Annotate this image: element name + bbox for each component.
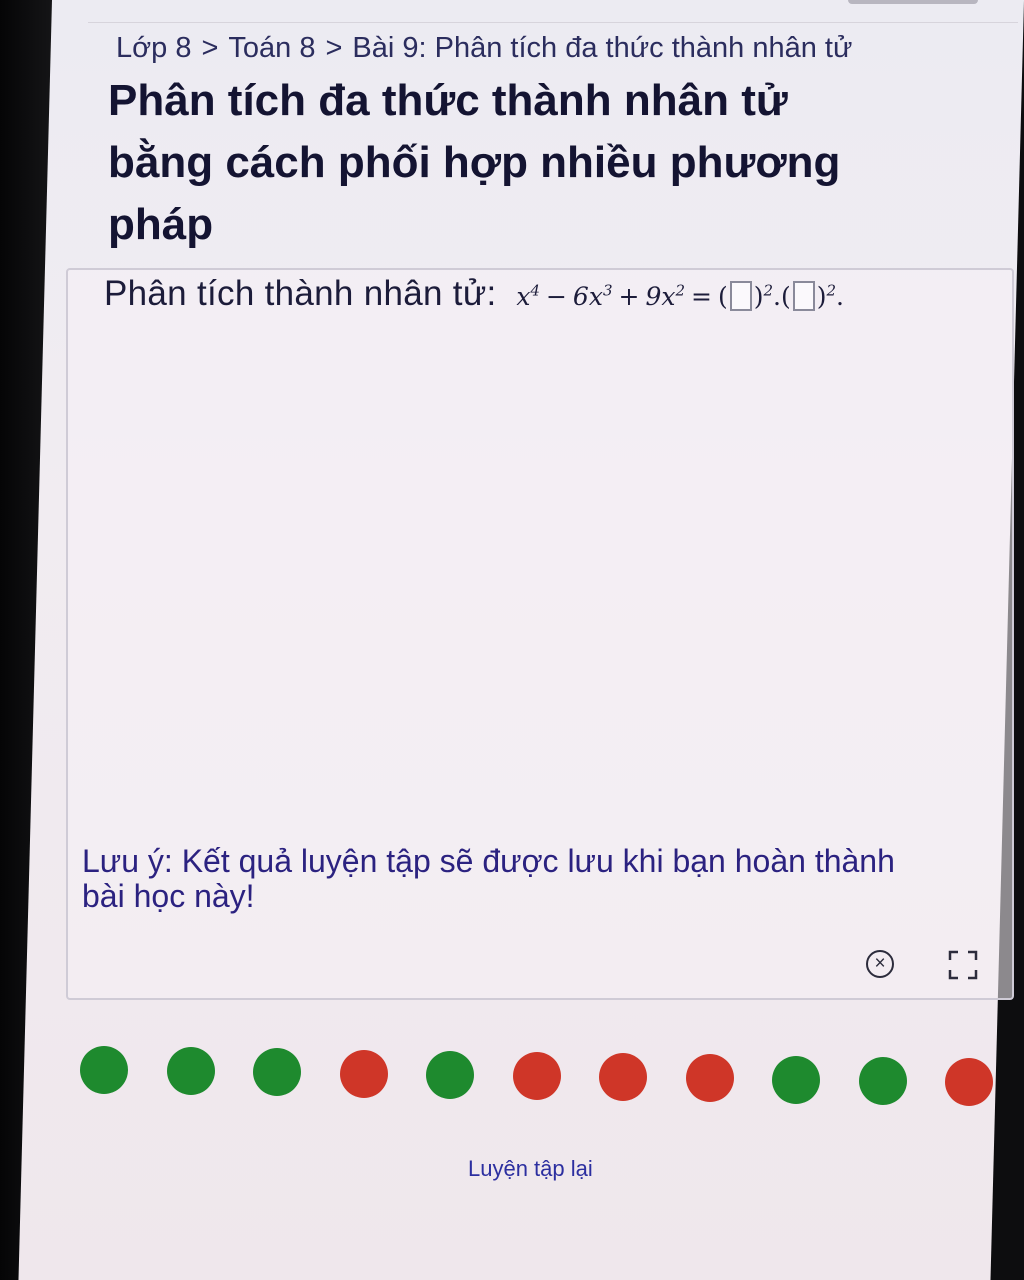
breadcrumb-item-lesson[interactable]: Bài 9: Phân tích đa thức thành nhân tử	[352, 32, 852, 64]
page-title-line: Phân tích đa thức thành nhân tử	[108, 76, 788, 125]
retry-practice-link[interactable]: Luyện tập lại	[468, 1156, 593, 1182]
question-prompt: Phân tích thành nhân tử:	[104, 274, 497, 313]
result-dot-correct[interactable]	[80, 1046, 128, 1094]
result-dot-correct[interactable]	[426, 1050, 474, 1099]
save-note-line: bài học này!	[82, 878, 255, 914]
result-progress-dots	[80, 1046, 1000, 1106]
result-dot-correct[interactable]	[253, 1048, 301, 1097]
breadcrumb-separator: >	[325, 32, 343, 64]
exercise-card: Phân tích thành nhân tử: x4−6x3 +9x2 =()2.…	[66, 268, 1014, 1000]
page-title-line: bằng cách phối hợp nhiều phương	[108, 138, 841, 187]
result-dot-wrong[interactable]	[945, 1058, 993, 1106]
result-dot-correct[interactable]	[166, 1047, 215, 1096]
page-title-line: pháp	[108, 200, 214, 249]
fullscreen-icon[interactable]	[948, 950, 978, 980]
breadcrumb-separator: >	[201, 32, 219, 64]
close-icon[interactable]: ×	[866, 950, 894, 978]
result-dot-wrong[interactable]	[685, 1054, 734, 1103]
page-title: Phân tích đa thức thành nhân tử bằng các…	[108, 70, 968, 256]
breadcrumb: Lớp 8 > Toán 8 > Bài 9: Phân tích đa thức th…	[116, 32, 852, 65]
previous-content-edge	[88, 0, 1018, 23]
top-button-edge	[848, 0, 978, 4]
breadcrumb-item-grade[interactable]: Lớp 8	[116, 32, 191, 64]
answer-input-1[interactable]	[729, 281, 752, 311]
result-dot-wrong[interactable]	[339, 1049, 388, 1098]
breadcrumb-item-subject[interactable]: Toán 8	[228, 32, 315, 64]
answer-input-2[interactable]	[792, 281, 815, 311]
result-dot-wrong[interactable]	[512, 1052, 561, 1100]
result-dot-correct[interactable]	[772, 1055, 820, 1104]
result-dot-correct[interactable]	[858, 1056, 907, 1105]
question: Phân tích thành nhân tử: x4−6x3 +9x2 =()2.…	[104, 274, 844, 314]
save-note-line: Lưu ý: Kết quả luyện tập sẽ được lưu khi…	[82, 843, 895, 879]
save-note: Lưu ý: Kết quả luyện tập sẽ được lưu khi…	[82, 844, 1012, 914]
result-dot-wrong[interactable]	[599, 1053, 647, 1102]
math-expression: x4−6x3 +9x2 =()2.()2.	[516, 281, 844, 311]
